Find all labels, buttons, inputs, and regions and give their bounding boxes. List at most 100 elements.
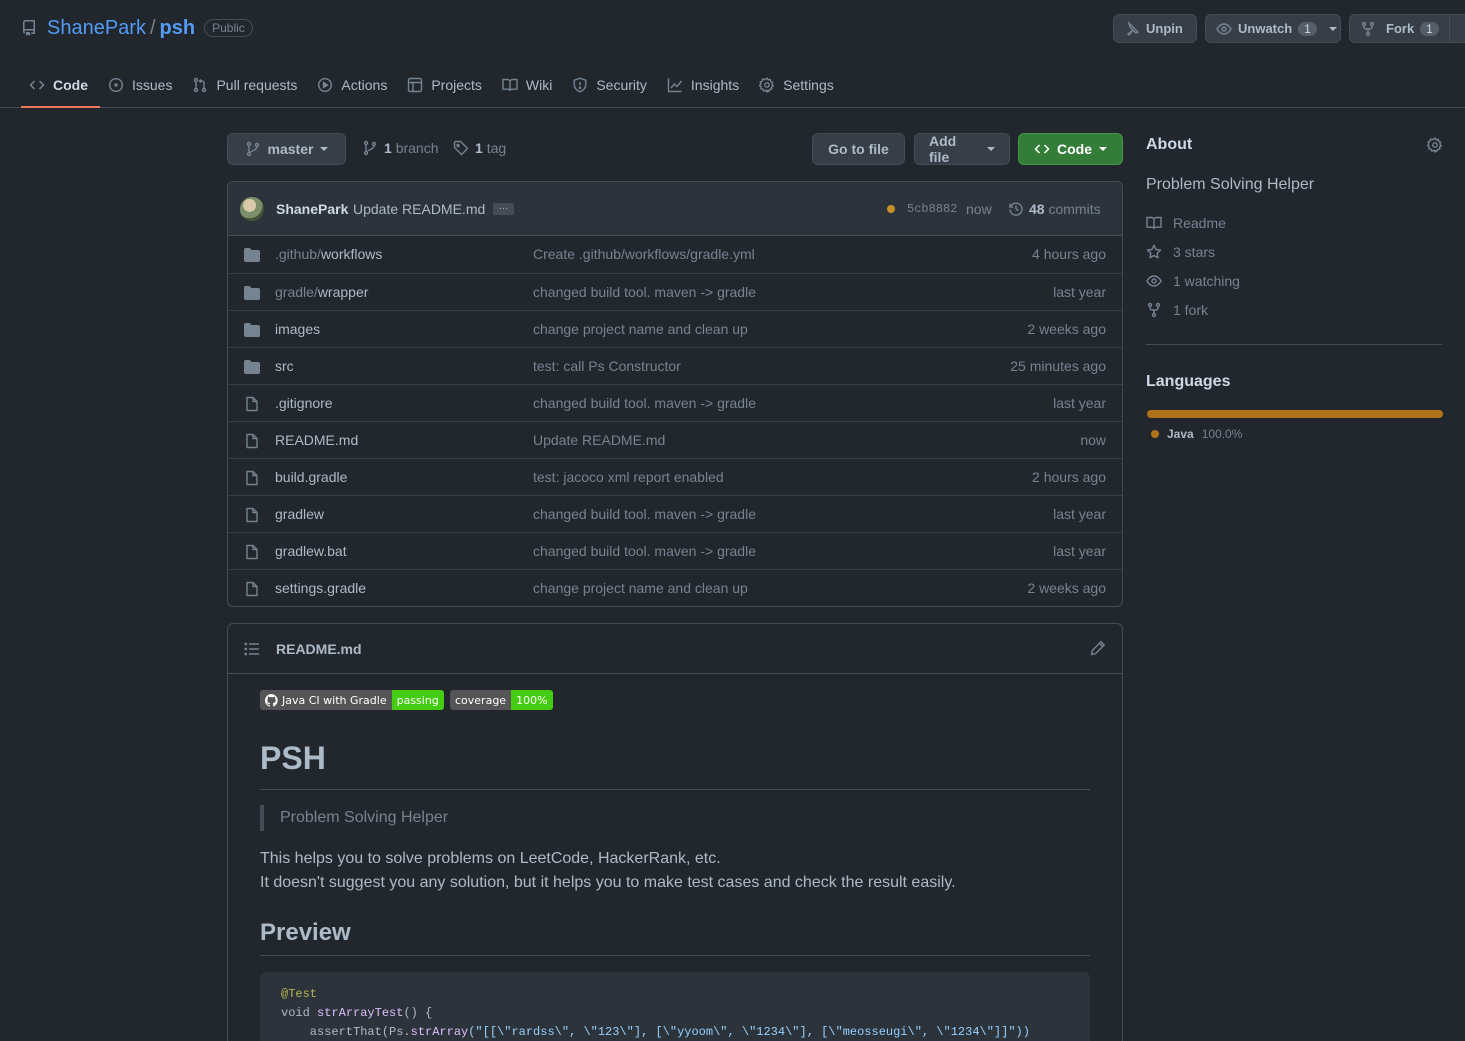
unwatch-button[interactable]: Unwatch 1	[1205, 14, 1341, 43]
file-row[interactable]: src test: call Ps Constructor 25 minutes a…	[228, 347, 1122, 384]
commit-history-link[interactable]: 48 commits	[1008, 201, 1101, 217]
coverage-badge-label: coverage	[450, 690, 512, 710]
file-row[interactable]: gradlew.bat changed build tool. maven -> …	[228, 532, 1122, 569]
heading-divider	[260, 955, 1090, 956]
list-unordered-icon[interactable]	[244, 641, 260, 657]
tab-code[interactable]: Code	[21, 64, 100, 108]
sidebar-divider	[1146, 344, 1442, 345]
file-icon	[244, 433, 260, 449]
file-commit-message-link[interactable]: change project name and clean up	[533, 580, 748, 596]
language-percent: 100.0%	[1201, 427, 1243, 441]
gear-icon	[759, 77, 775, 93]
forks-link[interactable]: 1 fork	[1146, 302, 1208, 318]
about-title: About	[1146, 136, 1193, 153]
table-icon	[407, 77, 423, 93]
file-row[interactable]: .gitignore changed build tool. maven -> g…	[228, 384, 1122, 421]
file-commit-message-link[interactable]: Create .github/workflows/gradle.yml	[533, 246, 755, 262]
fork-label: Fork	[1386, 21, 1415, 36]
forks-label: 1 fork	[1173, 302, 1209, 318]
file-row[interactable]: .github/workflows Create .github/workflow…	[228, 236, 1122, 273]
language-bar	[1147, 410, 1443, 418]
readme-link[interactable]: Readme	[1146, 215, 1226, 231]
commit-author-link[interactable]: ShanePark	[276, 201, 348, 217]
file-name-link[interactable]: gradle/wrapper	[275, 284, 368, 300]
file-row[interactable]: README.md Update README.md now	[228, 421, 1122, 458]
file-commit-message-link[interactable]: change project name and clean up	[533, 321, 748, 337]
file-commit-age: last year	[1053, 506, 1106, 522]
language-item-java[interactable]: Java 100.0%	[1151, 427, 1242, 441]
file-commit-message-link[interactable]: changed build tool. maven -> gradle	[533, 506, 756, 522]
watchers-link[interactable]: 1 watching	[1146, 273, 1240, 289]
file-name: images	[275, 321, 321, 337]
add-file-button[interactable]: Add file	[914, 133, 1010, 165]
pencil-icon[interactable]	[1090, 640, 1106, 656]
file-name-link[interactable]: gradlew.bat	[275, 543, 347, 559]
file-name-link[interactable]: images	[275, 321, 320, 337]
ci-badge-label: Java CI with Gradle	[282, 693, 387, 707]
file-name-link[interactable]: src	[275, 358, 294, 374]
code-line: assertThat(Ps.strArray("[[\"rardss\", \"…	[281, 1023, 1069, 1041]
issue-opened-icon	[108, 77, 124, 93]
file-row[interactable]: gradle/wrapper changed build tool. maven …	[228, 273, 1122, 310]
tab-security[interactable]: Security	[564, 64, 659, 106]
commit-sha-link[interactable]: 5cb8882	[907, 202, 957, 216]
file-row[interactable]: gradlew changed build tool. maven -> grad…	[228, 495, 1122, 532]
fork-counter: 1	[1420, 21, 1439, 36]
tab-pull-requests[interactable]: Pull requests	[184, 64, 309, 106]
file-commit-message-link[interactable]: changed build tool. maven -> gradle	[533, 543, 756, 559]
commit-message-link[interactable]: Update README.md	[353, 201, 485, 217]
file-name-link[interactable]: .github/workflows	[275, 246, 382, 262]
readme-title[interactable]: README.md	[276, 641, 362, 657]
file-name-link[interactable]: gradlew	[275, 506, 324, 522]
code-dropdown-button[interactable]: Code	[1018, 133, 1123, 165]
file-name-link[interactable]: build.gradle	[275, 469, 347, 485]
repo-owner-link[interactable]: ShanePark	[47, 17, 146, 40]
file-name: gradlew	[275, 506, 325, 522]
tab-issues[interactable]: Issues	[100, 64, 184, 106]
file-commit-message-link[interactable]: test: call Ps Constructor	[533, 358, 681, 374]
fork-button[interactable]: Fork 1	[1349, 14, 1465, 43]
file-browser: ShanePark Update README.md … 5cb8882 now…	[227, 181, 1123, 607]
file-name: .gitignore	[275, 395, 333, 411]
file-commit-message-link[interactable]: test: jacoco xml report enabled	[533, 469, 724, 485]
tab-projects[interactable]: Projects	[399, 64, 494, 106]
repo-title: ShanePark / psh Public	[21, 15, 253, 41]
file-name-link[interactable]: settings.gradle	[275, 580, 366, 596]
tag-label: tag	[486, 140, 507, 156]
commit-count: 48	[1029, 201, 1045, 217]
unpin-button[interactable]: Unpin	[1113, 14, 1197, 43]
avatar[interactable]	[240, 197, 264, 221]
commit-expand-button[interactable]: …	[493, 202, 514, 215]
file-commit-age: now	[1080, 432, 1106, 448]
stars-link[interactable]: 3 stars	[1146, 244, 1215, 260]
file-commit-message-link[interactable]: Update README.md	[533, 432, 665, 448]
tab-wiki[interactable]: Wiki	[494, 64, 564, 106]
gear-icon[interactable]	[1427, 137, 1443, 153]
go-to-file-button[interactable]: Go to file	[812, 133, 905, 165]
tab-actions[interactable]: Actions	[309, 64, 399, 106]
branch-name: master	[267, 141, 314, 157]
file-name-link[interactable]: README.md	[275, 432, 358, 448]
tab-settings[interactable]: Settings	[751, 64, 846, 106]
file-row[interactable]: settings.gradle change project name and c…	[228, 569, 1122, 606]
code-icon	[1034, 141, 1050, 157]
file-commit-message-link[interactable]: changed build tool. maven -> gradle	[533, 284, 756, 300]
branches-link[interactable]: 1 branch	[362, 140, 439, 156]
coverage-badge[interactable]: coverage 100%	[450, 690, 553, 710]
file-row[interactable]: build.gradle test: jacoco xml report enab…	[228, 458, 1122, 495]
book-icon	[1146, 215, 1162, 231]
tags-link[interactable]: 1 tag	[453, 140, 506, 156]
tab-insights[interactable]: Insights	[659, 64, 751, 106]
folder-icon	[244, 247, 260, 263]
tab-label: Wiki	[525, 77, 553, 93]
folder-icon	[244, 359, 260, 375]
readme-header: README.md	[228, 624, 1122, 674]
ci-badge[interactable]: Java CI with Gradle passing	[260, 690, 444, 710]
file-row[interactable]: images change project name and clean up 2 …	[228, 310, 1122, 347]
file-name-link[interactable]: .gitignore	[275, 395, 333, 411]
ci-status-icon[interactable]	[887, 205, 895, 213]
file-commit-message-link[interactable]: changed build tool. maven -> gradle	[533, 395, 756, 411]
branch-select-button[interactable]: master	[227, 133, 346, 165]
repo-name-link[interactable]: psh	[160, 17, 196, 40]
file-commit-age: 2 weeks ago	[1027, 580, 1106, 596]
